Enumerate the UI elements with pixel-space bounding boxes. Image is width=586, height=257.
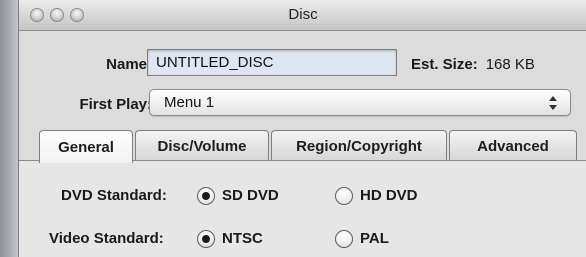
first-play-value: Menu 1 [164, 94, 215, 111]
tab-region-copyright[interactable]: Region/Copyright [271, 130, 447, 161]
est-size-value: 168 KB [485, 56, 535, 73]
disc-inspector-window: Disc Name: Est. Size:168 KB First Play: … [18, 0, 586, 257]
ntsc-label[interactable]: NTSC [222, 230, 263, 247]
up-down-arrows-icon [549, 96, 557, 110]
tab-disc-volume[interactable]: Disc/Volume [135, 130, 269, 161]
title-bar[interactable]: Disc [19, 0, 586, 31]
first-play-label: First Play: [79, 96, 152, 113]
sd-dvd-label[interactable]: SD DVD [222, 187, 279, 204]
video-standard-label: Video Standard: [49, 230, 164, 247]
est-size-label: Est. Size: [411, 56, 478, 73]
ntsc-radio[interactable] [197, 230, 215, 248]
first-play-popup[interactable]: Menu 1 [149, 89, 571, 116]
sd-dvd-radio[interactable] [197, 187, 215, 205]
est-size: Est. Size: 168 KB [411, 56, 535, 73]
tab-advanced[interactable]: Advanced [449, 130, 577, 161]
dvd-standard-label: DVD Standard: [61, 187, 167, 204]
pal-radio[interactable] [335, 230, 353, 248]
hd-dvd-radio[interactable] [335, 187, 353, 205]
desktop-edge [0, 0, 18, 257]
disc-name-input[interactable] [147, 49, 397, 76]
name-label: Name: [106, 56, 152, 73]
hd-dvd-label[interactable]: HD DVD [360, 187, 418, 204]
window-title: Disc [288, 6, 318, 23]
tab-general[interactable]: General [39, 130, 133, 163]
pal-label[interactable]: PAL [360, 230, 389, 247]
